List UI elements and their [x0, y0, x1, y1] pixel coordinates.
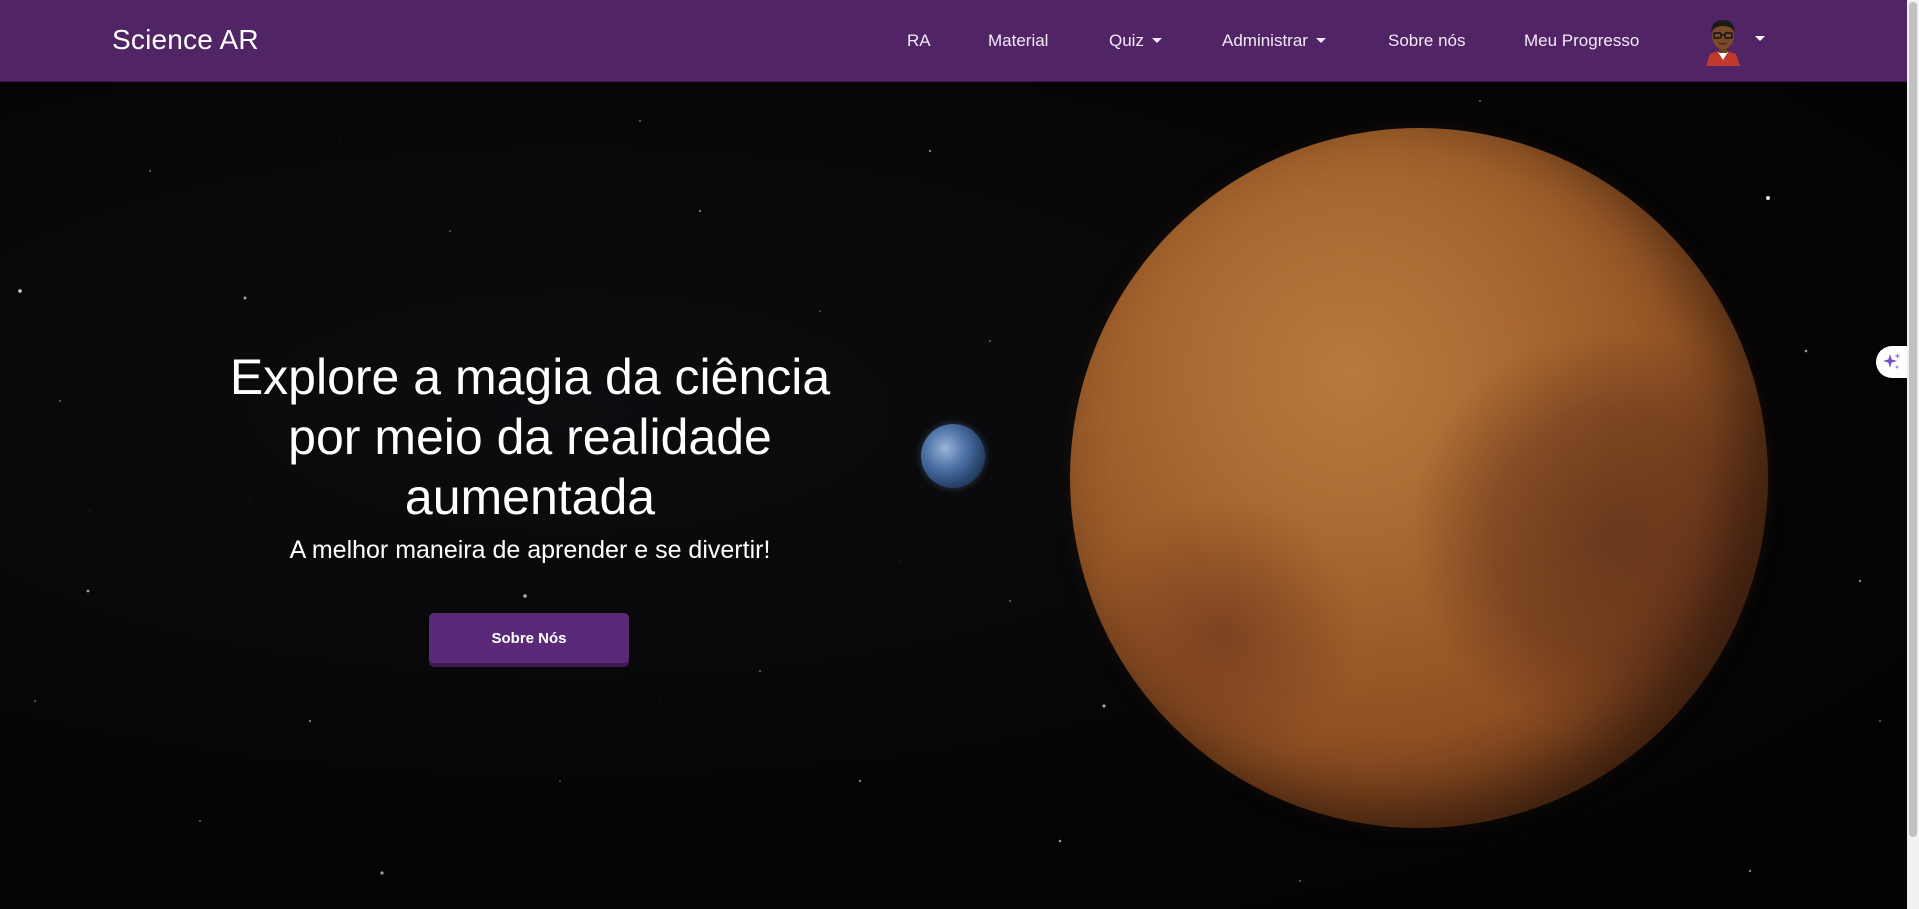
nav-link-sobre-nos-label: Sobre nós [1388, 31, 1466, 50]
sparkle-icon [1883, 353, 1901, 369]
hero-title-line-3: aumentada [404, 469, 656, 525]
nav-link-ra-label: RA [907, 31, 931, 50]
nav-link-ra[interactable]: RA [907, 31, 931, 51]
nav-dropdown-quiz[interactable]: Quiz [1109, 31, 1162, 51]
nav-link-sobre-nos[interactable]: Sobre nós [1388, 31, 1466, 51]
nav-dropdown-administrar-label: Administrar [1222, 31, 1308, 50]
hero-section: Explore a magia da ciência por meio da re… [0, 81, 1907, 909]
scrollbar-thumb[interactable] [1909, 2, 1917, 837]
chevron-down-icon [1315, 38, 1326, 43]
chevron-down-icon [1151, 38, 1162, 43]
nav-link-material[interactable]: Material [988, 31, 1048, 51]
earth-planet-image [921, 424, 985, 488]
nav-dropdown-administrar[interactable]: Administrar [1222, 31, 1326, 51]
hero-title: Explore a magia da ciência por meio da re… [170, 347, 890, 527]
nav-dropdown-quiz-label: Quiz [1109, 31, 1144, 50]
page: Science AR RA Material Quiz Administrar … [0, 0, 1919, 909]
page-scrollbar[interactable] [1907, 0, 1919, 909]
chevron-down-icon[interactable] [1755, 36, 1765, 41]
hero-title-line-2: por meio da realidade [288, 409, 772, 465]
nav-link-meu-progresso-label: Meu Progresso [1524, 31, 1640, 50]
nav-link-material-label: Material [988, 31, 1049, 50]
mars-planet-image [1070, 128, 1768, 828]
sobre-nos-button[interactable]: Sobre Nós [429, 613, 629, 663]
nav-link-meu-progresso[interactable]: Meu Progresso [1524, 31, 1639, 51]
user-avatar-icon[interactable] [1700, 14, 1746, 66]
hero-title-line-1: Explore a magia da ciência [229, 349, 831, 405]
brand-logo[interactable]: Science AR [112, 24, 259, 56]
navbar: Science AR RA Material Quiz Administrar … [0, 0, 1907, 82]
hero-subtitle: A melhor maneira de aprender e se divert… [289, 536, 771, 564]
